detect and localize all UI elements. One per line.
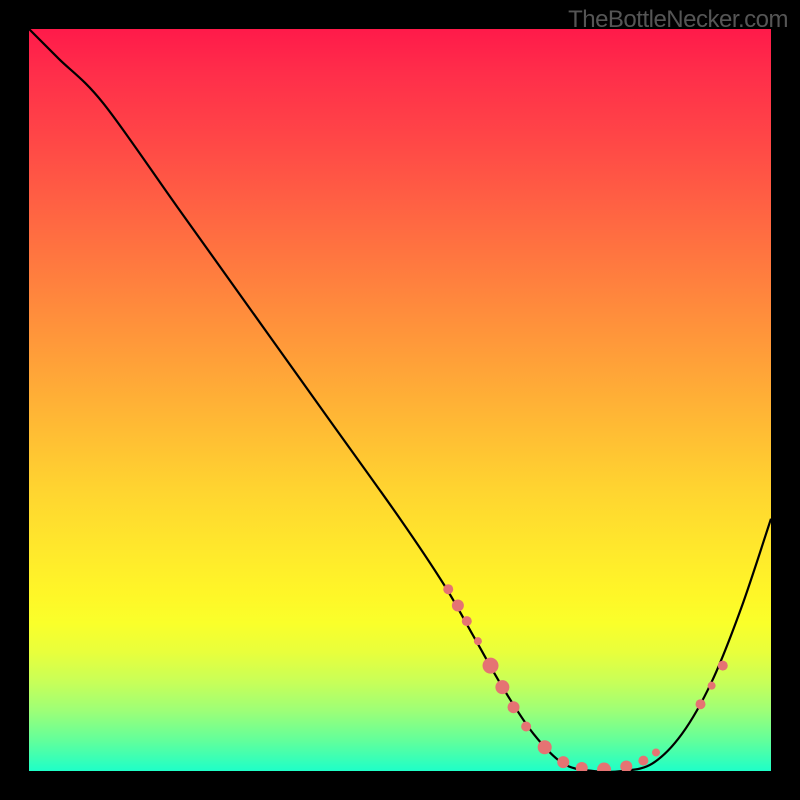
curve-marker [696, 699, 706, 709]
curve-markers [443, 584, 728, 771]
curve-layer [29, 29, 771, 771]
bottleneck-curve-path [29, 29, 771, 771]
curve-marker [495, 680, 509, 694]
curve-marker [474, 637, 482, 645]
curve-marker [576, 762, 588, 771]
curve-marker [652, 748, 660, 756]
curve-marker [557, 756, 569, 768]
curve-marker [620, 761, 632, 771]
curve-marker [508, 701, 520, 713]
curve-marker [483, 658, 499, 674]
curve-marker [538, 740, 552, 754]
curve-marker [452, 600, 464, 612]
plot-area [29, 29, 771, 771]
curve-marker [708, 682, 716, 690]
chart-container: TheBottleNecker.com [0, 0, 800, 800]
curve-marker [597, 763, 611, 771]
curve-marker [462, 616, 472, 626]
curve-marker [521, 721, 531, 731]
curve-marker [718, 661, 728, 671]
curve-marker [443, 584, 453, 594]
watermark-text: TheBottleNecker.com [568, 6, 788, 34]
curve-marker [638, 756, 648, 766]
